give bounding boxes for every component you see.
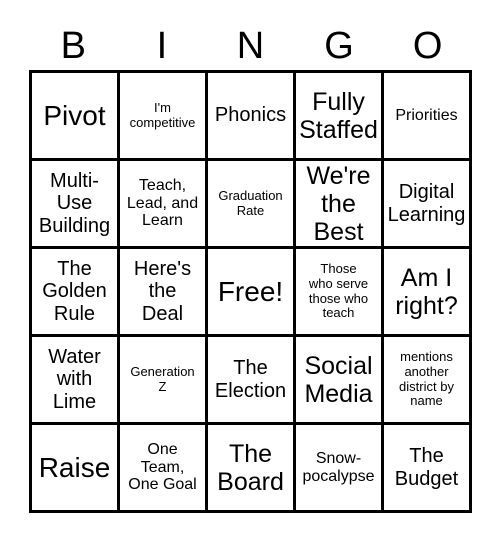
bingo-row: Pivot I'm competitive Phonics Fully Staf… (32, 73, 472, 161)
bingo-cell-label: Digital Learning (387, 181, 466, 226)
bingo-cell-label: The Board (217, 439, 284, 496)
bingo-cell-g2[interactable]: We're the Best (296, 161, 384, 249)
bingo-cell-label: We're the Best (306, 161, 371, 246)
bingo-cell-label: Graduation Rate (218, 187, 283, 218)
bingo-cell-o3[interactable]: Am I right? (384, 249, 472, 337)
bingo-cell-b4[interactable]: Water with Lime (32, 337, 120, 425)
bingo-cell-label: Pivot (43, 99, 106, 131)
header-letter-g: G (324, 25, 354, 67)
header-letter-o: O (412, 25, 443, 67)
bingo-row: The Golden Rule Here's the Deal Free! Th… (32, 249, 472, 337)
bingo-cell-i1[interactable]: I'm competitive (120, 73, 208, 161)
bingo-cell-o5[interactable]: The Budget (384, 425, 472, 513)
bingo-cell-label: Social Media (304, 351, 373, 408)
free-space-label: Free! (217, 275, 284, 307)
bingo-cell-n2[interactable]: Graduation Rate (208, 161, 296, 249)
bingo-cell-g1[interactable]: Fully Staffed (296, 73, 384, 161)
bingo-cell-label: Multi- Use Building (38, 169, 111, 237)
bingo-cell-i4[interactable]: Generation Z (120, 337, 208, 425)
bingo-cell-label: Raise (38, 451, 111, 483)
bingo-cell-b5[interactable]: Raise (32, 425, 120, 513)
bingo-cell-label: Here's the Deal (133, 257, 192, 325)
bingo-cell-label: The Budget (394, 445, 459, 490)
bingo-cell-label: The Election (214, 357, 287, 402)
bingo-cell-g4[interactable]: Social Media (296, 337, 384, 425)
bingo-cell-g5[interactable]: Snow- pocalypse (296, 425, 384, 513)
bingo-cell-g3[interactable]: Those who serve those who teach (296, 249, 384, 337)
bingo-row: Raise One Team, One Goal The Board Snow-… (32, 425, 472, 513)
bingo-row: Water with Lime Generation Z The Electio… (32, 337, 472, 425)
bingo-cell-o1[interactable]: Priorities (384, 73, 472, 161)
bingo-cell-n4[interactable]: The Election (208, 337, 296, 425)
bingo-header-row: B I N G O (29, 22, 472, 70)
bingo-cell-label: Generation Z (130, 363, 195, 394)
bingo-cell-label: One Team, One Goal (128, 440, 197, 494)
header-letter-n: N (236, 25, 265, 67)
bingo-cell-label: mentions another district by name (399, 349, 454, 409)
bingo-cell-i3[interactable]: Here's the Deal (120, 249, 208, 337)
bingo-cell-n1[interactable]: Phonics (208, 73, 296, 161)
bingo-cell-i5[interactable]: One Team, One Goal (120, 425, 208, 513)
bingo-cell-label: Snow- pocalypse (302, 449, 375, 485)
bingo-cell-i2[interactable]: Teach, Lead, and Learn (120, 161, 208, 249)
bingo-grid: Pivot I'm competitive Phonics Fully Staf… (29, 70, 472, 513)
bingo-cell-label: Water with Lime (48, 345, 101, 413)
bingo-cell-label: Phonics (214, 104, 287, 127)
bingo-cell-free-space[interactable]: Free! (208, 249, 296, 337)
bingo-cell-b3[interactable]: The Golden Rule (32, 249, 120, 337)
bingo-cell-label: Am I right? (395, 263, 458, 320)
header-letter-b: B (60, 25, 86, 67)
bingo-cell-o4[interactable]: mentions another district by name (384, 337, 472, 425)
bingo-row: Multi- Use Building Teach, Lead, and Lea… (32, 161, 472, 249)
bingo-cell-label: The Golden Rule (42, 257, 107, 325)
bingo-cell-label: Fully Staffed (299, 87, 378, 144)
bingo-cell-n5[interactable]: The Board (208, 425, 296, 513)
bingo-cell-label: Those who serve those who teach (308, 261, 369, 321)
bingo-cell-label: I'm competitive (129, 99, 196, 130)
header-letter-i: I (156, 25, 168, 67)
bingo-cell-b1[interactable]: Pivot (32, 73, 120, 161)
bingo-card: B I N G O Pivot I'm competitive Phonics … (0, 0, 501, 544)
bingo-cell-label: Teach, Lead, and Learn (126, 176, 199, 230)
bingo-cell-o2[interactable]: Digital Learning (384, 161, 472, 249)
bingo-cell-label: Priorities (395, 106, 458, 124)
bingo-cell-b2[interactable]: Multi- Use Building (32, 161, 120, 249)
